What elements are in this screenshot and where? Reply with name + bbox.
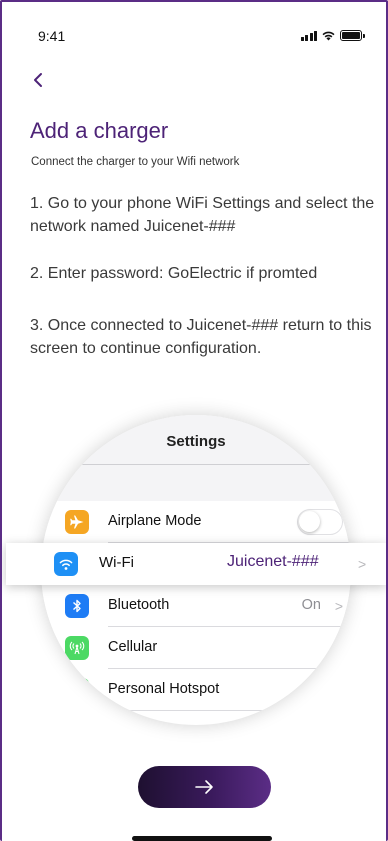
bluetooth-value: On — [301, 597, 321, 613]
status-bar: 9:41 — [38, 28, 365, 48]
wifi-network-name: Juicenet-### — [227, 553, 319, 570]
chevron-right-icon: > — [358, 556, 367, 572]
settings-row-label: Airplane Mode — [108, 513, 202, 529]
next-button[interactable] — [138, 766, 271, 808]
airplane-icon — [65, 510, 89, 534]
settings-row-hotspot: Personal Hotspot — [41, 669, 351, 711]
settings-row-cellular: Cellular > — [41, 627, 351, 669]
settings-row-label: Cellular — [108, 639, 158, 655]
settings-title: Settings — [166, 433, 226, 450]
settings-row-bluetooth: Bluetooth On > — [41, 585, 351, 627]
page-subtitle: Connect the charger to your Wifi network — [31, 156, 240, 168]
battery-icon — [340, 30, 365, 41]
instruction-step-1: 1. Go to your phone WiFi Settings and se… — [30, 195, 375, 235]
status-time: 9:41 — [38, 28, 66, 44]
settings-row-label: Bluetooth — [108, 597, 170, 613]
settings-row-label: Wi-Fi — [99, 554, 134, 571]
page-title: Add a charger — [30, 118, 169, 143]
bluetooth-icon — [65, 594, 89, 618]
divider — [71, 464, 321, 465]
status-icons — [300, 30, 365, 41]
settings-row-airplane: Airplane Mode — [41, 501, 351, 543]
wifi-icon — [54, 552, 78, 576]
cellular-icon — [65, 636, 89, 660]
settings-row-label: Personal Hotspot — [108, 681, 220, 697]
phone-frame: 9:41 Add a charger Connect the charger t… — [0, 0, 388, 841]
settings-row-wifi: Wi-Fi Juicenet-### > — [6, 543, 386, 585]
airplane-toggle — [297, 509, 343, 535]
arrow-right-icon — [194, 780, 213, 794]
home-indicator — [132, 836, 272, 841]
instruction-step-2: 2. Enter password: GoElectric if promted — [30, 265, 318, 282]
hotspot-icon — [65, 678, 89, 702]
back-chevron-icon[interactable] — [28, 68, 52, 92]
instruction-step-3: 3. Once connected to Juicenet-### return… — [30, 317, 372, 357]
chevron-right-icon: > — [334, 640, 343, 656]
chevron-right-icon: > — [334, 598, 343, 614]
signal-icon — [300, 30, 317, 41]
wifi-status-icon — [322, 31, 335, 41]
